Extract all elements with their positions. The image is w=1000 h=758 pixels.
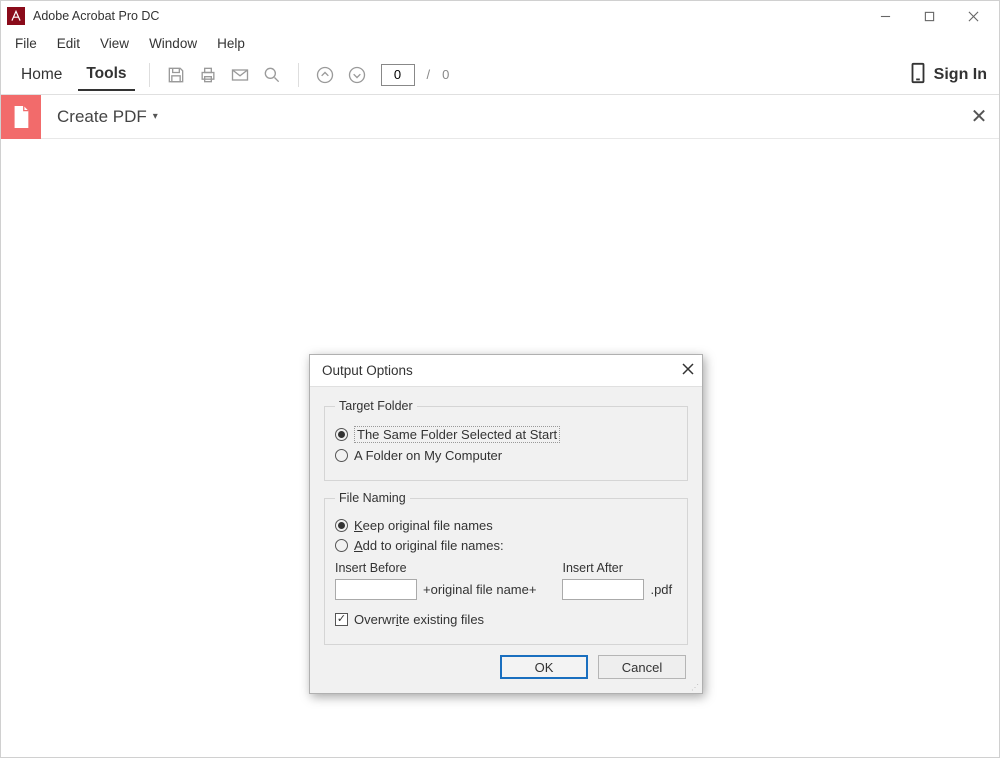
page-number-input[interactable]: [381, 64, 415, 86]
radio-keep-names[interactable]: Keep original file names: [335, 518, 677, 533]
dialog-title: Output Options: [322, 363, 413, 378]
insert-after-input[interactable]: [562, 579, 644, 600]
insert-after-label: Insert After: [562, 561, 672, 575]
radio-add-names-label: Add to original file names:: [354, 538, 504, 553]
titlebar: Adobe Acrobat Pro DC: [1, 1, 999, 31]
overwrite-checkbox[interactable]: Overwrite existing files: [335, 612, 677, 627]
original-filename-text: +original file name+: [423, 582, 536, 597]
overwrite-label: Overwrite existing files: [354, 612, 484, 627]
file-naming-legend: File Naming: [335, 491, 410, 505]
ok-button[interactable]: OK: [500, 655, 588, 679]
radio-same-folder[interactable]: The Same Folder Selected at Start: [335, 426, 677, 443]
create-pdf-icon: [1, 95, 41, 139]
radio-icon: [335, 539, 348, 552]
tool-label: Create PDF: [57, 107, 147, 127]
save-icon[interactable]: [164, 63, 188, 87]
menu-file[interactable]: File: [5, 34, 47, 53]
output-options-dialog: Output Options Target Folder The Same Fo…: [309, 354, 703, 694]
toolbar: Home Tools / 0 Sign In: [1, 55, 999, 95]
tool-strip: Create PDF ▾ ✕: [1, 95, 999, 139]
maximize-button[interactable]: [907, 2, 951, 30]
tab-home[interactable]: Home: [13, 60, 70, 90]
chevron-down-icon: ▾: [153, 111, 158, 122]
close-tool-button[interactable]: ✕: [959, 104, 999, 129]
page-divider: /: [427, 67, 431, 82]
print-icon[interactable]: [196, 63, 220, 87]
menu-edit[interactable]: Edit: [47, 34, 90, 53]
checkbox-icon: [335, 613, 348, 626]
insert-before-input[interactable]: [335, 579, 417, 600]
dialog-body: Target Folder The Same Folder Selected a…: [310, 387, 702, 693]
radio-add-names[interactable]: Add to original file names:: [335, 538, 677, 553]
tool-dropdown[interactable]: Create PDF ▾: [57, 107, 158, 127]
toolbar-separator: [149, 63, 150, 87]
mail-icon[interactable]: [228, 63, 252, 87]
mobile-icon: [910, 62, 926, 87]
tab-tools[interactable]: Tools: [78, 59, 134, 91]
radio-icon: [335, 449, 348, 462]
insert-before-label: Insert Before: [335, 561, 536, 575]
menu-help[interactable]: Help: [207, 34, 255, 53]
menu-view[interactable]: View: [90, 34, 139, 53]
page-total: 0: [442, 67, 449, 82]
radio-icon: [335, 519, 348, 532]
radio-other-folder-label: A Folder on My Computer: [354, 448, 502, 463]
sign-in-button[interactable]: Sign In: [910, 62, 987, 87]
radio-icon: [335, 428, 348, 441]
file-naming-group: File Naming Keep original file names Add…: [324, 491, 688, 645]
pdf-extension-text: .pdf: [650, 582, 672, 597]
search-icon[interactable]: [260, 63, 284, 87]
sign-in-label: Sign In: [934, 66, 987, 84]
page-up-icon[interactable]: [313, 63, 337, 87]
menu-window[interactable]: Window: [139, 34, 207, 53]
dialog-close-button[interactable]: [682, 363, 694, 378]
radio-keep-names-label: Keep original file names: [354, 518, 493, 533]
cancel-button[interactable]: Cancel: [598, 655, 686, 679]
radio-same-folder-label: The Same Folder Selected at Start: [354, 426, 560, 443]
app-window: Adobe Acrobat Pro DC File Edit View Wind…: [0, 0, 1000, 758]
target-folder-group: Target Folder The Same Folder Selected a…: [324, 399, 688, 481]
radio-other-folder[interactable]: A Folder on My Computer: [335, 448, 677, 463]
page-down-icon[interactable]: [345, 63, 369, 87]
target-folder-legend: Target Folder: [335, 399, 417, 413]
window-title: Adobe Acrobat Pro DC: [33, 9, 159, 23]
toolbar-separator: [298, 63, 299, 87]
menubar: File Edit View Window Help: [1, 31, 999, 55]
close-button[interactable]: [951, 2, 995, 30]
app-icon: [7, 7, 25, 25]
minimize-button[interactable]: [863, 2, 907, 30]
main-area: g Next Output Options Target Folder The …: [1, 139, 999, 757]
dialog-titlebar[interactable]: Output Options: [310, 355, 702, 387]
